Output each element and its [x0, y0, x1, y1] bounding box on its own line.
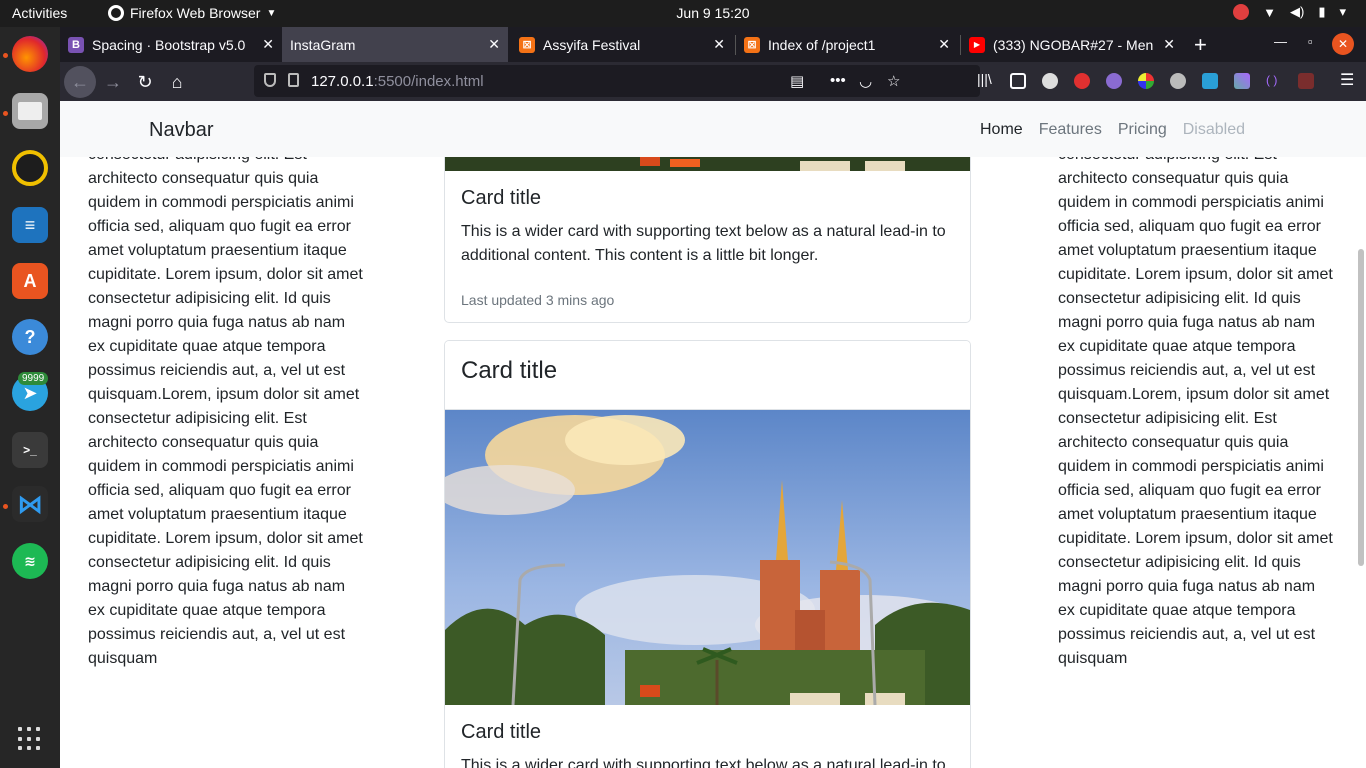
maximize-button[interactable]: ▫ — [1308, 34, 1313, 49]
nav-links: Home Features Pricing Disabled — [980, 121, 1245, 139]
help-icon[interactable]: ? — [12, 319, 48, 355]
minimize-button[interactable]: — — [1274, 34, 1287, 49]
writer-icon[interactable]: ≡ — [12, 207, 48, 243]
cathedral-photo — [445, 410, 970, 705]
extension-icon[interactable] — [1106, 73, 1122, 89]
pocket-icon[interactable]: ◡ — [859, 72, 872, 90]
extension-icon[interactable] — [1202, 73, 1218, 89]
nav-link-home[interactable]: Home — [980, 121, 1023, 139]
running-indicator — [3, 53, 8, 58]
tab-spacing-bootstrap[interactable]: B Spacing · Bootstrap v5.0 ✕ — [60, 27, 282, 62]
sidebar-icon[interactable] — [1010, 73, 1026, 89]
nav-link-features[interactable]: Features — [1039, 121, 1102, 139]
nav-link-pricing[interactable]: Pricing — [1118, 121, 1167, 139]
home-button[interactable]: ⌂ — [161, 66, 193, 98]
system-tray[interactable]: ▼ ◀) ▮ ▾ — [1233, 4, 1346, 20]
reload-button[interactable]: ↻ — [129, 66, 161, 98]
color-picker-icon[interactable] — [1234, 73, 1250, 89]
vertical-scrollbar[interactable] — [1358, 249, 1364, 566]
dock: ≡ A ? ➤ 9999 >_ ⋈ ≋ — [0, 27, 60, 768]
extension-icon[interactable] — [1042, 73, 1058, 89]
running-indicator — [3, 504, 8, 509]
close-icon[interactable]: ✕ — [938, 36, 950, 53]
tab-youtube[interactable]: ▶ (333) NGOBAR#27 - Men ✕ — [961, 27, 1183, 62]
shield-icon[interactable] — [264, 73, 276, 87]
rhythmbox-icon[interactable] — [12, 150, 48, 186]
bootstrap-icon: B — [68, 36, 84, 53]
notification-icon[interactable] — [1233, 4, 1250, 20]
firefox-icon[interactable] — [12, 36, 48, 72]
tab-instagram[interactable]: InstaGram ✕ — [282, 27, 508, 62]
bookmark-star-icon[interactable]: ☆ — [887, 72, 900, 90]
xampp-icon: ⊠ — [519, 36, 535, 53]
card-title: Card title — [461, 721, 542, 743]
reader-view-icon[interactable]: ▤ — [790, 72, 804, 90]
nav-link-disabled: Disabled — [1182, 121, 1245, 138]
software-icon[interactable]: A — [12, 263, 48, 299]
browser-toolbar: ← → ↻ ⌂ 127.0.0.1:5500/index.html ▤ ••• … — [60, 62, 1366, 101]
card-header: Card title — [445, 341, 970, 410]
system-top-bar: Activities Firefox Web Browser ▼ Jun 9 1… — [0, 0, 1366, 27]
tab-assyifa-festival[interactable]: ⊠ Assyifa Festival ✕ — [511, 27, 733, 62]
battery-icon[interactable]: ▮ — [1318, 4, 1325, 20]
library-icon[interactable]: |||\ — [977, 71, 993, 87]
navbar-brand[interactable]: Navbar — [149, 119, 213, 142]
card-title: Card title — [461, 187, 542, 209]
more-actions-icon[interactable]: ••• — [830, 72, 846, 89]
url-text[interactable]: 127.0.0.1:5500/index.html — [311, 73, 484, 90]
spotify-icon[interactable]: ≋ — [12, 543, 48, 579]
url-host: 127.0.0.1 — [311, 73, 374, 90]
page-viewport: Navbar Home Features Pricing Disabled co… — [60, 101, 1366, 768]
site-navbar: Navbar Home Features Pricing Disabled — [60, 101, 1366, 157]
left-column-text: consectetur adipisicing elit. Est archit… — [88, 146, 363, 667]
tab-title: Spacing · Bootstrap v5.0 — [92, 36, 246, 53]
url-path: :5500/index.html — [373, 73, 484, 90]
card: Card title Card title This is a wider ca… — [444, 340, 971, 768]
forward-button[interactable]: → — [97, 66, 129, 98]
window-close-button[interactable]: ✕ — [1332, 33, 1354, 55]
tab-strip: B Spacing · Bootstrap v5.0 ✕ InstaGram ✕… — [60, 27, 1366, 62]
extension-icon[interactable]: ( ) — [1266, 73, 1282, 89]
new-tab-button[interactable]: + — [1194, 32, 1207, 58]
wifi-icon[interactable]: ▼ — [1263, 5, 1276, 20]
close-icon[interactable]: ✕ — [1163, 36, 1175, 53]
close-icon[interactable]: ✕ — [262, 36, 274, 53]
hamburger-menu-icon[interactable]: ☰ — [1340, 70, 1356, 89]
cors-extension-icon[interactable] — [1298, 73, 1314, 89]
tab-title: (333) NGOBAR#27 - Men — [993, 36, 1153, 53]
tab-title: Index of /project1 — [768, 36, 876, 53]
tab-title: Assyifa Festival — [543, 36, 641, 53]
youtube-icon: ▶ — [969, 36, 985, 53]
back-button[interactable]: ← — [64, 66, 96, 98]
chevron-down-icon[interactable]: ▾ — [1339, 4, 1346, 20]
address-bar[interactable]: 127.0.0.1:5500/index.html ▤ ••• ◡ ☆ — [254, 65, 980, 97]
close-icon[interactable]: ✕ — [488, 36, 500, 53]
extension-icon[interactable] — [1138, 73, 1154, 89]
page-info-icon[interactable] — [288, 73, 299, 87]
xampp-icon: ⊠ — [744, 36, 760, 53]
card-image — [445, 410, 970, 705]
volume-icon[interactable]: ◀) — [1290, 4, 1304, 20]
vscode-icon[interactable]: ⋈ — [12, 486, 48, 522]
tab-index-project1[interactable]: ⊠ Index of /project1 ✕ — [736, 27, 958, 62]
clock[interactable]: Jun 9 15:20 — [0, 5, 1366, 21]
running-indicator — [3, 111, 8, 116]
unread-badge: 9999 — [18, 372, 49, 385]
right-column-text: consectetur adipisicing elit. Est archit… — [1058, 146, 1333, 667]
lock-extension-icon[interactable] — [1074, 73, 1090, 89]
tab-title: InstaGram — [290, 36, 356, 53]
card-updated-text: Last updated 3 mins ago — [461, 292, 615, 308]
close-icon[interactable]: ✕ — [713, 36, 725, 53]
card-text: This is a wider card with supporting tex… — [461, 757, 946, 768]
extension-icon[interactable] — [1170, 73, 1186, 89]
terminal-icon[interactable]: >_ — [12, 432, 48, 468]
show-applications-icon[interactable] — [18, 727, 42, 751]
files-icon[interactable] — [12, 93, 48, 129]
card-text: This is a wider card with supporting tex… — [461, 223, 946, 264]
